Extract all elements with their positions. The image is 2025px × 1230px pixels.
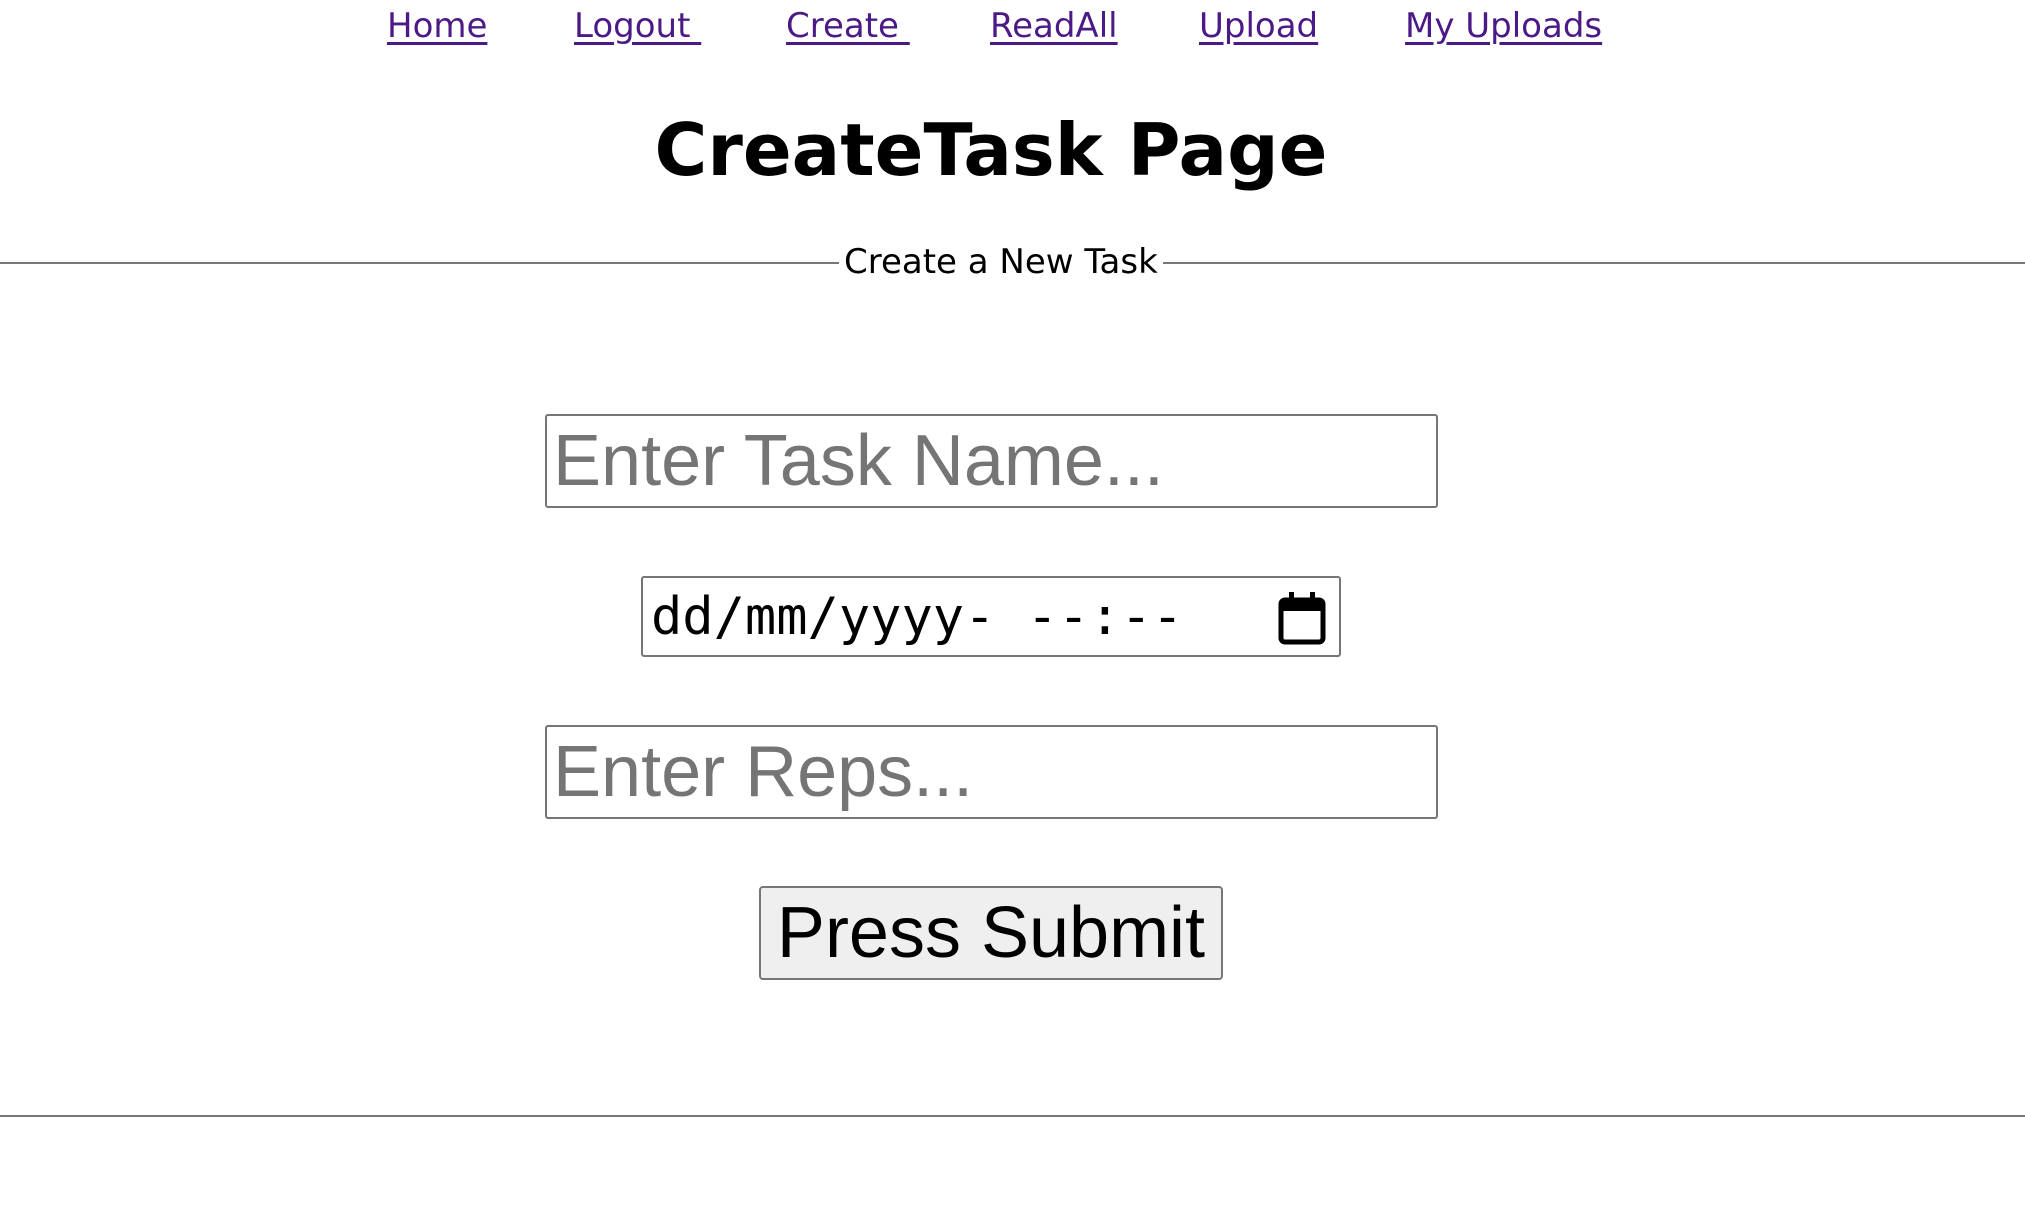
submit-button[interactable]: Press Submit	[759, 886, 1223, 980]
page-title: CreateTask Page	[654, 108, 1328, 192]
nav-link-logout[interactable]: Logout	[574, 4, 701, 48]
top-nav: Home Logout Create ReadAll Upload My Upl…	[0, 0, 2025, 60]
datetime-input[interactable]: dd/mm/yyyy- --:--	[641, 576, 1341, 657]
calendar-icon[interactable]	[1277, 590, 1327, 646]
fieldset-legend: Create a New Task	[839, 239, 1163, 285]
nav-link-readall[interactable]: ReadAll	[990, 4, 1118, 48]
nav-link-upload[interactable]: Upload	[1199, 4, 1318, 48]
nav-link-my-uploads[interactable]: My Uploads	[1405, 4, 1602, 48]
nav-link-create[interactable]: Create	[786, 4, 910, 48]
reps-input[interactable]	[545, 725, 1438, 819]
create-task-fieldset: Create a New Task	[0, 239, 2025, 1117]
datetime-placeholder: dd/mm/yyyy- --:--	[651, 587, 1184, 647]
nav-link-home[interactable]: Home	[387, 4, 487, 48]
task-name-input[interactable]	[545, 414, 1438, 508]
